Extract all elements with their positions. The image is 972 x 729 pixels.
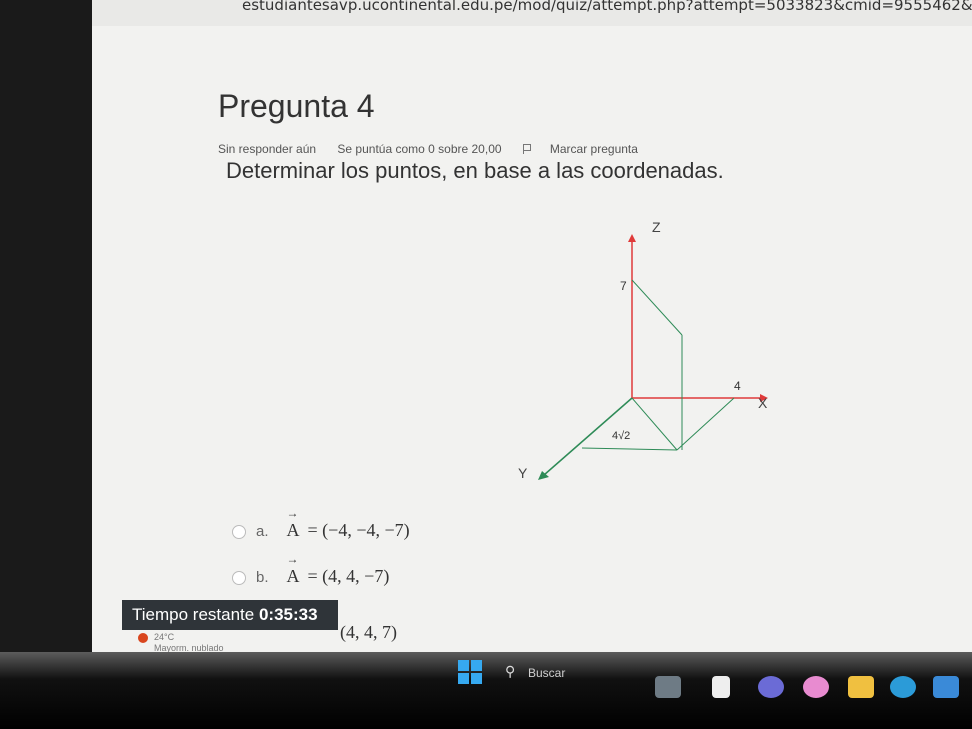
address-bar[interactable]: estudiantesavp.ucontinental.edu.pe/mod/q… [92, 0, 972, 26]
timer-value: 0:35:33 [258, 605, 318, 624]
option-letter-a: a. [256, 523, 269, 541]
answer-option-c[interactable]: (4, 4, 7) [340, 622, 397, 643]
z-axis-arrow [628, 234, 636, 242]
task-view-icon[interactable] [712, 676, 730, 698]
search-icon[interactable]: ⚲ [505, 664, 515, 680]
answer-value-c: (4, 4, 7) [340, 622, 397, 642]
coordinate-diagram: Z X Y 7 4 4√2 [518, 219, 768, 481]
chat-icon[interactable] [758, 676, 784, 698]
y-label: Y [518, 465, 528, 481]
vector-a: A [287, 506, 300, 541]
question-status: Sin responder aún [218, 142, 317, 156]
x-label: X [758, 395, 768, 411]
flag-question-link[interactable]: Marcar pregunta [522, 142, 656, 156]
url-text[interactable]: estudiantesavp.ucontinental.edu.pe/mod/q… [242, 0, 972, 18]
taskbar-search-input[interactable]: Buscar [528, 666, 565, 680]
answer-value-b: = (4, 4, −7) [307, 566, 390, 586]
option-letter-b: b. [256, 569, 269, 587]
flag-label: Marcar pregunta [549, 142, 638, 156]
answer-option-b[interactable]: b. A = (4, 4, −7) [232, 552, 390, 587]
z-label: Z [652, 219, 661, 235]
x-value-label: 4 [734, 379, 741, 393]
answer-value-a: = (−4, −4, −7) [307, 520, 410, 540]
question-meta: Sin responder aún Se puntúa como 0 sobre… [218, 142, 674, 156]
weather-temp: 24°C [154, 632, 175, 642]
z-value-label: 7 [620, 279, 627, 293]
flag-icon [522, 144, 532, 154]
time-remaining-badge: Tiempo restante 0:35:33 [122, 600, 338, 630]
question-title: Pregunta 4 [218, 88, 375, 124]
weather-widget[interactable]: 24°C Mayorm. nublado [138, 632, 224, 653]
vector-b: A [287, 552, 300, 587]
edge-browser-icon[interactable] [890, 676, 916, 698]
y-value-label: 4√2 [612, 430, 630, 442]
file-explorer-icon[interactable] [848, 676, 874, 698]
answer-option-a[interactable]: a. A = (−4, −4, −7) [232, 506, 410, 541]
store-icon[interactable] [933, 676, 959, 698]
weather-icon [138, 632, 148, 643]
copilot-icon[interactable] [803, 676, 829, 698]
radio-a[interactable] [232, 524, 246, 539]
browser-viewport: estudiantesavp.ucontinental.edu.pe/mod/q… [92, 0, 972, 672]
timer-label: Tiempo restante [132, 605, 255, 624]
windows-start-icon[interactable] [458, 660, 482, 684]
widgets-icon[interactable] [655, 676, 681, 698]
question-text: Determinar los puntos, en base a las coo… [226, 158, 724, 183]
radio-b[interactable] [232, 570, 246, 585]
question-score: Se puntúa como 0 sobre 20,00 [337, 142, 502, 156]
